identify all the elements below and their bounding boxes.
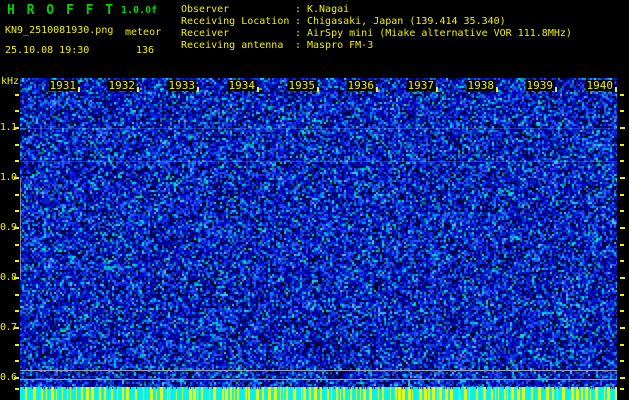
info-value: AirSpy mini (Miake alternative VOR 111.8… bbox=[307, 28, 572, 39]
freq-tick-right bbox=[620, 210, 624, 212]
freq-tick-label: 0.6 bbox=[0, 372, 17, 383]
info-label: Observer bbox=[181, 4, 230, 15]
observation-datetime: 25.10.08 19:30 bbox=[5, 45, 90, 56]
info-value: Chigasaki, Japan (139.414 35.340) bbox=[307, 16, 506, 27]
freq-tick-right bbox=[620, 160, 624, 162]
freq-tick-left bbox=[14, 127, 19, 129]
info-value: K.Nagai bbox=[307, 4, 350, 15]
info-separator: : bbox=[295, 28, 302, 39]
freq-tick-right bbox=[620, 94, 624, 96]
freq-tick-label: 0.7 bbox=[0, 322, 17, 333]
freq-tick-label: 0.8 bbox=[0, 272, 17, 283]
info-separator: : bbox=[295, 4, 302, 15]
freq-tick-left bbox=[14, 177, 19, 179]
output-filename: KN9_2510081930.png bbox=[5, 25, 114, 36]
freq-tick-right bbox=[620, 144, 624, 146]
info-separator: : bbox=[295, 40, 302, 51]
freq-tick-left bbox=[15, 360, 19, 362]
freq-tick-left bbox=[15, 144, 19, 146]
info-label: Receiving antenna bbox=[181, 40, 284, 51]
freq-tick-label: 0.9 bbox=[0, 222, 17, 233]
freq-tick-label: 1.1 bbox=[0, 122, 17, 133]
freq-tick-right bbox=[620, 327, 625, 329]
spectrogram-canvas bbox=[20, 78, 617, 388]
faint-birdie-line-2 bbox=[20, 161, 617, 162]
info-row-observer: Observer: K.Nagai bbox=[181, 4, 572, 16]
app-title: H R O F F T bbox=[7, 3, 116, 18]
freq-tick-right bbox=[620, 227, 625, 229]
freq-tick-right bbox=[620, 110, 624, 112]
freq-tick-left bbox=[14, 227, 19, 229]
freq-tick-left bbox=[15, 260, 19, 262]
meteor-count-label: meteor bbox=[125, 27, 162, 38]
hrofft-window: H R O F F T 1.0.0f KN9_2510081930.png me… bbox=[0, 0, 629, 400]
freq-tick-right bbox=[620, 388, 624, 390]
freq-tick-right bbox=[620, 244, 624, 246]
signal-level-strip bbox=[20, 387, 617, 400]
freq-tick-left bbox=[15, 194, 19, 196]
station-info-block: Observer: K.Nagai Receiving Location: Chig… bbox=[181, 4, 572, 52]
freq-tick-label: 1.0 bbox=[0, 172, 17, 183]
app-version: 1.0.0f bbox=[121, 5, 158, 16]
freq-tick-left bbox=[15, 110, 19, 112]
left-edge-marker bbox=[20, 180, 21, 280]
freq-tick-left bbox=[15, 244, 19, 246]
carrier-line-upper bbox=[20, 370, 617, 371]
info-value: Maspro FM-3 bbox=[307, 40, 374, 51]
freq-tick-left bbox=[15, 388, 19, 390]
freq-tick-left bbox=[15, 210, 19, 212]
freq-tick-right bbox=[620, 294, 624, 296]
meteor-count-value: 136 bbox=[136, 45, 155, 56]
freq-tick-right bbox=[620, 377, 625, 379]
freq-tick-left bbox=[15, 94, 19, 96]
faint-birdie-line-1 bbox=[20, 128, 617, 129]
freq-tick-left bbox=[15, 310, 19, 312]
freq-tick-left bbox=[15, 160, 19, 162]
info-separator: : bbox=[295, 16, 302, 27]
freq-tick-left bbox=[14, 327, 19, 329]
freq-axis-unit-label: kHz bbox=[1, 76, 20, 87]
freq-tick-right bbox=[620, 344, 624, 346]
freq-tick-left bbox=[14, 377, 19, 379]
freq-tick-left bbox=[15, 344, 19, 346]
freq-tick-left bbox=[14, 277, 19, 279]
freq-tick-right bbox=[620, 260, 624, 262]
freq-tick-right bbox=[620, 310, 624, 312]
info-row-antenna: Receiving antenna: Maspro FM-3 bbox=[181, 40, 572, 52]
freq-tick-right bbox=[620, 360, 624, 362]
freq-tick-right bbox=[620, 194, 624, 196]
freq-tick-right bbox=[620, 127, 625, 129]
info-label: Receiver bbox=[181, 28, 230, 39]
info-row-receiver: Receiver: AirSpy mini (Miake alternative … bbox=[181, 28, 572, 40]
carrier-line-lower bbox=[20, 379, 617, 380]
freq-tick-right bbox=[620, 177, 625, 179]
freq-tick-right bbox=[620, 277, 625, 279]
info-row-location: Receiving Location: Chigasaki, Japan (139… bbox=[181, 16, 572, 28]
info-label: Receiving Location bbox=[181, 16, 290, 27]
freq-tick-left bbox=[15, 294, 19, 296]
